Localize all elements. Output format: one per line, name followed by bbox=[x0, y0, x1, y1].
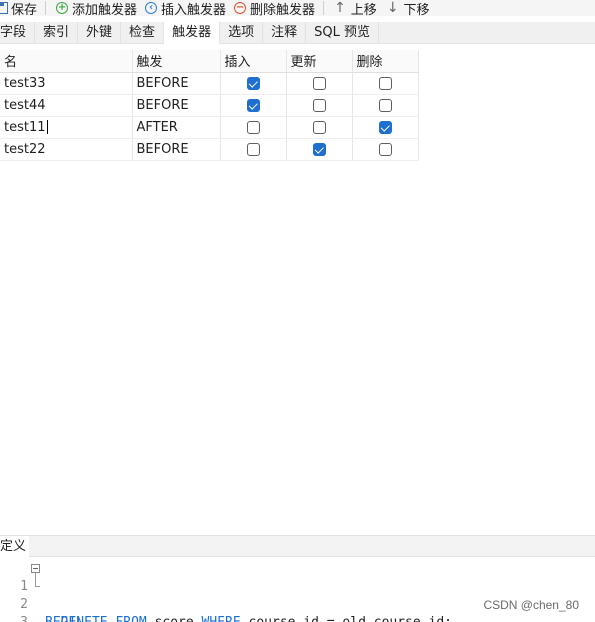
trigger-name-edit-text[interactable]: test11 bbox=[4, 120, 46, 135]
trigger-name-cell[interactable]: test11 bbox=[0, 116, 133, 139]
toolbar-divider bbox=[323, 1, 325, 15]
trigger-grid: 名 触发 插入 更新 删除 test33 BEFORE test44 BEFOR… bbox=[0, 50, 419, 161]
grid-header-row: 名 触发 插入 更新 删除 bbox=[0, 50, 419, 73]
sql-text: score bbox=[155, 615, 202, 622]
minus-circle-icon: − bbox=[234, 2, 247, 14]
column-header-trigger[interactable]: 触发 bbox=[132, 50, 221, 73]
insert-trigger-button[interactable]: ‹ 插入触发器 bbox=[145, 0, 226, 16]
tab-fields[interactable]: 字段 bbox=[0, 22, 36, 44]
add-trigger-label: 添加触发器 bbox=[72, 2, 138, 17]
arrow-down-icon: ↓ bbox=[386, 0, 399, 16]
delete-cell bbox=[352, 138, 419, 161]
tab-indexes[interactable]: 索引 bbox=[35, 22, 79, 44]
insert-checkbox[interactable] bbox=[246, 142, 260, 156]
column-header-update[interactable]: 更新 bbox=[286, 50, 353, 73]
line-number: 3 bbox=[0, 614, 28, 622]
delete-cell bbox=[352, 72, 419, 95]
move-up-label: 上移 bbox=[350, 2, 377, 17]
code-line: 1 BEGIN bbox=[0, 560, 84, 622]
tab-definition[interactable]: 定义 bbox=[0, 536, 30, 557]
add-trigger-button[interactable]: + 添加触发器 bbox=[56, 0, 137, 16]
update-checkbox[interactable] bbox=[312, 142, 326, 156]
delete-cell bbox=[352, 94, 419, 117]
update-checkbox[interactable] bbox=[312, 120, 326, 134]
code-line: 3 END bbox=[0, 596, 31, 622]
insert-cell bbox=[220, 72, 287, 95]
tab-comments[interactable]: 注释 bbox=[263, 22, 307, 44]
toolbar-divider bbox=[45, 1, 47, 15]
tab-checks[interactable]: 检查 bbox=[121, 22, 165, 44]
code-text: DELETE FROM score WHERE course_id = old.… bbox=[45, 614, 452, 622]
trigger-name-cell[interactable]: test33 bbox=[0, 72, 133, 95]
move-down-label: 下移 bbox=[403, 2, 430, 17]
trigger-timing-cell[interactable]: AFTER bbox=[132, 116, 221, 139]
update-cell bbox=[286, 138, 353, 161]
update-cell bbox=[286, 94, 353, 117]
trigger-name-cell[interactable]: test44 bbox=[0, 94, 133, 117]
insert-cell bbox=[220, 116, 287, 139]
column-header-delete[interactable]: 删除 bbox=[352, 50, 419, 73]
insert-cell bbox=[220, 94, 287, 117]
fold-guide-end bbox=[35, 586, 40, 587]
delete-trigger-label: 删除触发器 bbox=[250, 2, 316, 17]
tab-foreign-keys[interactable]: 外键 bbox=[78, 22, 122, 44]
insert-trigger-label: 插入触发器 bbox=[161, 2, 227, 17]
toolbar: 保存 + 添加触发器 ‹ 插入触发器 − 删除触发器 ↑ 上移 ↓ 下移 bbox=[0, 0, 595, 16]
insert-cell bbox=[220, 138, 287, 161]
watermark: CSDN @chen_80 bbox=[483, 598, 579, 612]
plus-circle-icon: + bbox=[56, 2, 69, 14]
insert-checkbox[interactable] bbox=[246, 120, 260, 134]
designer-tabs: 字段 索引 外键 检查 触发器 选项 注释 SQL 预览 bbox=[0, 22, 595, 44]
column-header-name[interactable]: 名 bbox=[0, 50, 133, 73]
delete-cell bbox=[352, 116, 419, 139]
save-button[interactable]: 保存 bbox=[0, 0, 37, 16]
column-header-insert[interactable]: 插入 bbox=[220, 50, 287, 73]
tab-triggers[interactable]: 触发器 bbox=[164, 22, 221, 44]
insert-checkbox[interactable] bbox=[246, 76, 260, 90]
update-checkbox[interactable] bbox=[312, 76, 326, 90]
table-row[interactable]: test33 BEFORE bbox=[0, 72, 419, 95]
trigger-timing-cell[interactable]: BEFORE bbox=[132, 138, 221, 161]
trigger-timing-cell[interactable]: BEFORE bbox=[132, 72, 221, 95]
table-row[interactable]: test11 AFTER bbox=[0, 116, 419, 139]
fold-guide bbox=[35, 573, 36, 586]
sql-keyword: WHERE bbox=[202, 615, 249, 622]
delete-checkbox[interactable] bbox=[378, 142, 392, 156]
update-cell bbox=[286, 72, 353, 95]
delete-checkbox[interactable] bbox=[378, 120, 392, 134]
arrow-up-icon: ↑ bbox=[334, 0, 346, 16]
insert-arrow-icon: ‹ bbox=[145, 2, 158, 14]
save-icon bbox=[0, 2, 8, 14]
update-cell bbox=[286, 116, 353, 139]
tab-sql-preview[interactable]: SQL 预览 bbox=[306, 22, 379, 44]
tab-options[interactable]: 选项 bbox=[220, 22, 264, 44]
delete-checkbox[interactable] bbox=[378, 98, 392, 112]
delete-trigger-button[interactable]: − 删除触发器 bbox=[234, 0, 315, 16]
update-checkbox[interactable] bbox=[312, 98, 326, 112]
code-line: 2 DELETE FROM score WHERE course_id = ol… bbox=[0, 578, 452, 622]
sql-keyword: DELETE FROM bbox=[45, 615, 155, 622]
fold-collapse-icon[interactable] bbox=[31, 564, 40, 573]
move-down-button[interactable]: ↓ 下移 bbox=[387, 0, 430, 16]
table-row[interactable]: test22 BEFORE bbox=[0, 138, 419, 161]
sql-text: course_id = old.course_id; bbox=[249, 615, 453, 622]
sql-editor[interactable]: 1 BEGIN 2 DELETE FROM score WHERE course… bbox=[0, 558, 595, 622]
delete-checkbox[interactable] bbox=[378, 76, 392, 90]
insert-checkbox[interactable] bbox=[246, 98, 260, 112]
trigger-name-cell[interactable]: test22 bbox=[0, 138, 133, 161]
definition-tabbar: 定义 bbox=[0, 535, 595, 557]
table-row[interactable]: test44 BEFORE bbox=[0, 94, 419, 117]
trigger-timing-cell[interactable]: BEFORE bbox=[132, 94, 221, 117]
save-button-label: 保存 bbox=[11, 2, 38, 17]
text-cursor bbox=[46, 120, 48, 134]
move-up-button[interactable]: ↑ 上移 bbox=[334, 0, 377, 16]
